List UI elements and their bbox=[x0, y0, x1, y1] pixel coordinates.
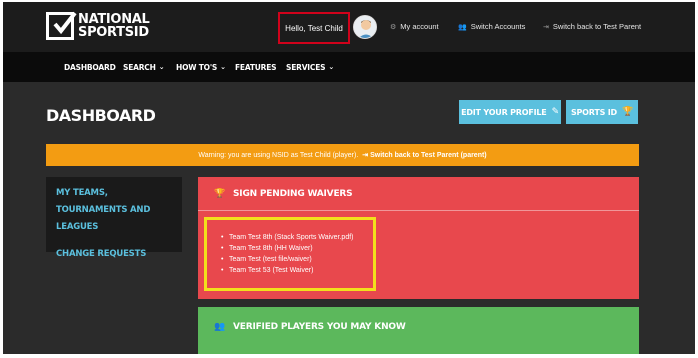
waiver-item[interactable]: Team Test 53 (Test Waiver) bbox=[221, 265, 373, 276]
user-avatar-icon bbox=[354, 16, 376, 38]
waiver-item[interactable]: Team Test 8th (Stack Sports Waiver.pdf) bbox=[221, 232, 373, 243]
logo-line-2: SPORTSID bbox=[78, 25, 149, 40]
edit-icon: ✎ bbox=[551, 107, 560, 117]
sports-id-label: SPORTS ID bbox=[570, 107, 618, 117]
waiver-list-highlight: Team Test 8th (Stack Sports Waiver.pdf) … bbox=[204, 217, 376, 291]
trophy-icon: 🏆 bbox=[214, 188, 226, 199]
nav-item-label: SERVICES bbox=[286, 62, 326, 72]
waiver-list: Team Test 8th (Stack Sports Waiver.pdf) … bbox=[221, 232, 373, 276]
verified-players-header: 👥 VERIFIED PLAYERS YOU MAY KNOW bbox=[198, 307, 639, 347]
nav-item-label: SEARCH bbox=[123, 62, 156, 72]
nav-item-search[interactable]: SEARCH ⌄ bbox=[123, 52, 165, 82]
hello-user-text: Hello, Test Child bbox=[278, 12, 350, 44]
checkmark-logo-icon bbox=[46, 11, 77, 40]
users-icon: 👥 bbox=[458, 23, 467, 31]
sign-out-icon: ⇥ bbox=[362, 152, 371, 159]
my-account-label: My account bbox=[400, 22, 439, 31]
users-icon: 👥 bbox=[214, 322, 226, 332]
verified-players-title: VERIFIED PLAYERS YOU MAY KNOW bbox=[233, 322, 406, 332]
logo-text: NATIONAL SPORTSID bbox=[78, 13, 150, 39]
pending-waivers-panel: 🏆 SIGN PENDING WAIVERS Team Test 8th (St… bbox=[198, 177, 639, 299]
dashboard-content: DASHBOARD EDIT YOUR PROFILE ✎ SPORTS ID … bbox=[3, 82, 695, 354]
switch-accounts-link[interactable]: 👥 Switch Accounts bbox=[458, 22, 525, 31]
verified-players-panel: 👥 VERIFIED PLAYERS YOU MAY KNOW bbox=[198, 307, 639, 354]
waiver-item[interactable]: Team Test 8th (HH Waiver) bbox=[221, 243, 373, 254]
avatar[interactable] bbox=[353, 15, 377, 39]
sidebar-item-change-requests[interactable]: CHANGE REQUESTS bbox=[56, 246, 172, 263]
waiver-item[interactable]: Team Test (test file/waiver) bbox=[221, 254, 373, 265]
gear-icon: ⚙ bbox=[390, 23, 397, 31]
chevron-down-icon: ⌄ bbox=[220, 63, 226, 71]
sidebar-item-teams[interactable]: MY TEAMS, TOURNAMENTS AND LEAGUES bbox=[56, 185, 172, 236]
sports-id-button[interactable]: SPORTS ID 🏆 bbox=[566, 100, 638, 124]
nav-item-label: HOW TO'S bbox=[176, 62, 218, 72]
main-nav: DASHBOARD SEARCH ⌄ HOW TO'S ⌄ FEATURES S… bbox=[3, 52, 695, 82]
pending-waivers-header: 🏆 SIGN PENDING WAIVERS bbox=[198, 177, 639, 211]
nav-item-how-tos[interactable]: HOW TO'S ⌄ bbox=[176, 52, 226, 82]
switch-back-banner-link[interactable]: ⇥ Switch back to Test Parent (parent) bbox=[362, 151, 486, 159]
chevron-down-icon: ⌄ bbox=[328, 63, 334, 71]
top-bar: NATIONAL SPORTSID Hello, Test Child ⚙ My… bbox=[3, 2, 695, 52]
nav-item-services[interactable]: SERVICES ⌄ bbox=[286, 52, 334, 82]
my-account-link[interactable]: ⚙ My account bbox=[390, 22, 439, 31]
nav-item-dashboard[interactable]: DASHBOARD bbox=[64, 52, 116, 82]
switch-back-banner-label: Switch back to Test Parent (parent) bbox=[370, 152, 487, 159]
nav-item-features[interactable]: FEATURES bbox=[235, 52, 277, 82]
edit-profile-label: EDIT YOUR PROFILE bbox=[461, 107, 547, 117]
logo[interactable]: NATIONAL SPORTSID bbox=[46, 11, 150, 40]
page-title: DASHBOARD bbox=[46, 106, 156, 125]
trophy-icon: 🏆 bbox=[622, 107, 634, 117]
edit-profile-button[interactable]: EDIT YOUR PROFILE ✎ bbox=[459, 100, 561, 124]
app-window: NATIONAL SPORTSID Hello, Test Child ⚙ My… bbox=[3, 2, 695, 354]
dashboard-sidebar: MY TEAMS, TOURNAMENTS AND LEAGUES CHANGE… bbox=[46, 177, 182, 259]
chevron-down-icon: ⌄ bbox=[158, 63, 165, 71]
switch-accounts-label: Switch Accounts bbox=[470, 22, 526, 31]
nav-item-label: FEATURES bbox=[235, 62, 277, 72]
nav-item-label: DASHBOARD bbox=[64, 62, 116, 72]
warning-text: Warning: you are using NSID as Test Chil… bbox=[198, 151, 359, 159]
sign-out-icon: ⇥ bbox=[543, 23, 549, 31]
warning-banner: Warning: you are using NSID as Test Chil… bbox=[46, 144, 639, 166]
switch-back-label: Switch back to Test Parent bbox=[552, 22, 642, 31]
pending-waivers-title: SIGN PENDING WAIVERS bbox=[233, 188, 353, 199]
switch-back-link[interactable]: ⇥ Switch back to Test Parent bbox=[543, 22, 641, 31]
